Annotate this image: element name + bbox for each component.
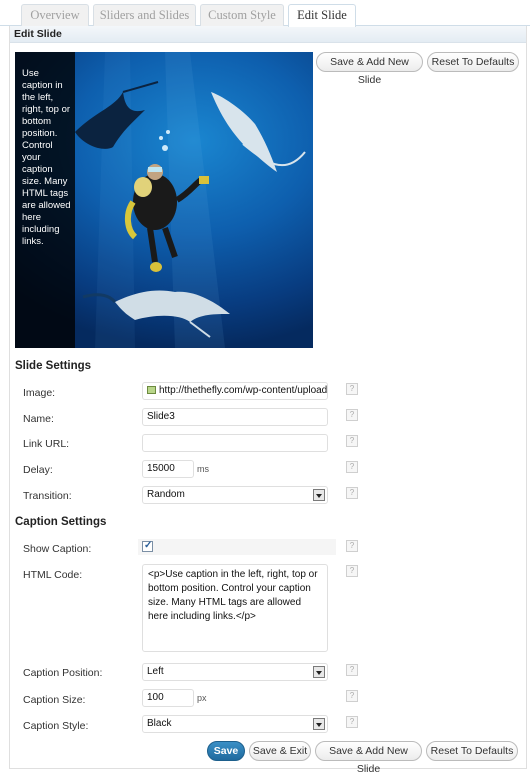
save-button[interactable]: Save <box>207 741 245 761</box>
html-code-textarea[interactable]: <p>Use caption in the left, right, top o… <box>142 564 328 652</box>
html-code-help-icon[interactable]: ? <box>346 565 358 577</box>
image-url-value: http://thethefly.com/wp-content/uploads/… <box>159 385 328 396</box>
name-field[interactable]: Slide3 <box>142 408 328 426</box>
caption-style-help-icon[interactable]: ? <box>346 716 358 728</box>
image-help-icon[interactable]: ? <box>346 383 358 395</box>
image-url-field[interactable]: http://thethefly.com/wp-content/uploads/… <box>142 382 328 400</box>
transition-value: Random <box>147 489 185 500</box>
image-icon <box>147 386 156 394</box>
tab-custom-style[interactable]: Custom Style <box>200 4 284 27</box>
image-label: Image: <box>23 387 56 399</box>
save-add-new-slide-button-bottom[interactable]: Save & Add New Slide <box>315 741 422 773</box>
caption-size-unit: px <box>197 693 207 703</box>
show-caption-checkbox[interactable] <box>142 540 153 552</box>
caption-style-select[interactable]: Black <box>142 715 328 733</box>
caption-overlay-text: Use caption in the left, right, top or b… <box>15 52 75 348</box>
name-label: Name: <box>23 413 54 425</box>
reset-to-defaults-button-top[interactable]: Reset To Defaults <box>427 52 519 72</box>
show-caption-help-icon[interactable]: ? <box>346 540 358 552</box>
delay-help-icon[interactable]: ? <box>346 461 358 473</box>
save-add-new-slide-button-top[interactable]: Save & Add New Slide <box>316 52 423 86</box>
caption-position-label: Caption Position: <box>23 667 103 679</box>
save-exit-button[interactable]: Save & Exit <box>249 741 311 761</box>
panel-title: Edit Slide <box>10 26 526 43</box>
caption-position-select[interactable]: Left <box>142 663 328 681</box>
caption-size-help-icon[interactable]: ? <box>346 690 358 702</box>
delay-field[interactable]: 15000 <box>142 460 194 478</box>
caption-style-label: Caption Style: <box>23 720 89 732</box>
caption-position-value: Left <box>147 666 164 677</box>
html-code-label: HTML Code: <box>23 569 83 581</box>
delay-unit: ms <box>197 464 209 474</box>
transition-help-icon[interactable]: ? <box>346 487 358 499</box>
caption-style-value: Black <box>147 718 172 729</box>
tab-overview[interactable]: Overview <box>21 4 89 27</box>
show-caption-label: Show Caption: <box>23 543 92 555</box>
edit-slide-panel: Edit Slide Use caption in the left, righ… <box>9 26 527 773</box>
show-caption-row <box>138 539 336 555</box>
link-url-label: Link URL: <box>23 438 70 450</box>
caption-size-label: Caption Size: <box>23 694 86 706</box>
tab-edit-slide[interactable]: Edit Slide <box>288 4 356 27</box>
caption-position-help-icon[interactable]: ? <box>346 664 358 676</box>
chevron-down-icon <box>313 666 325 678</box>
reset-to-defaults-button-bottom[interactable]: Reset To Defaults <box>426 741 518 761</box>
tab-sliders-and-slides[interactable]: Sliders and Slides <box>93 4 196 27</box>
slide-preview-image: Use caption in the left, right, top or b… <box>15 52 313 348</box>
slide-settings-title: Slide Settings <box>15 360 92 372</box>
delay-label: Delay: <box>23 464 53 476</box>
chevron-down-icon <box>313 718 325 730</box>
link-url-help-icon[interactable]: ? <box>346 435 358 447</box>
chevron-down-icon <box>313 489 325 501</box>
caption-settings-title: Caption Settings <box>15 516 107 528</box>
caption-size-field[interactable]: 100 <box>142 689 194 707</box>
transition-select[interactable]: Random <box>142 486 328 504</box>
tab-bar: Overview Sliders and Slides Custom Style… <box>0 0 530 27</box>
transition-label: Transition: <box>23 490 72 502</box>
link-url-field[interactable] <box>142 434 328 452</box>
name-help-icon[interactable]: ? <box>346 409 358 421</box>
